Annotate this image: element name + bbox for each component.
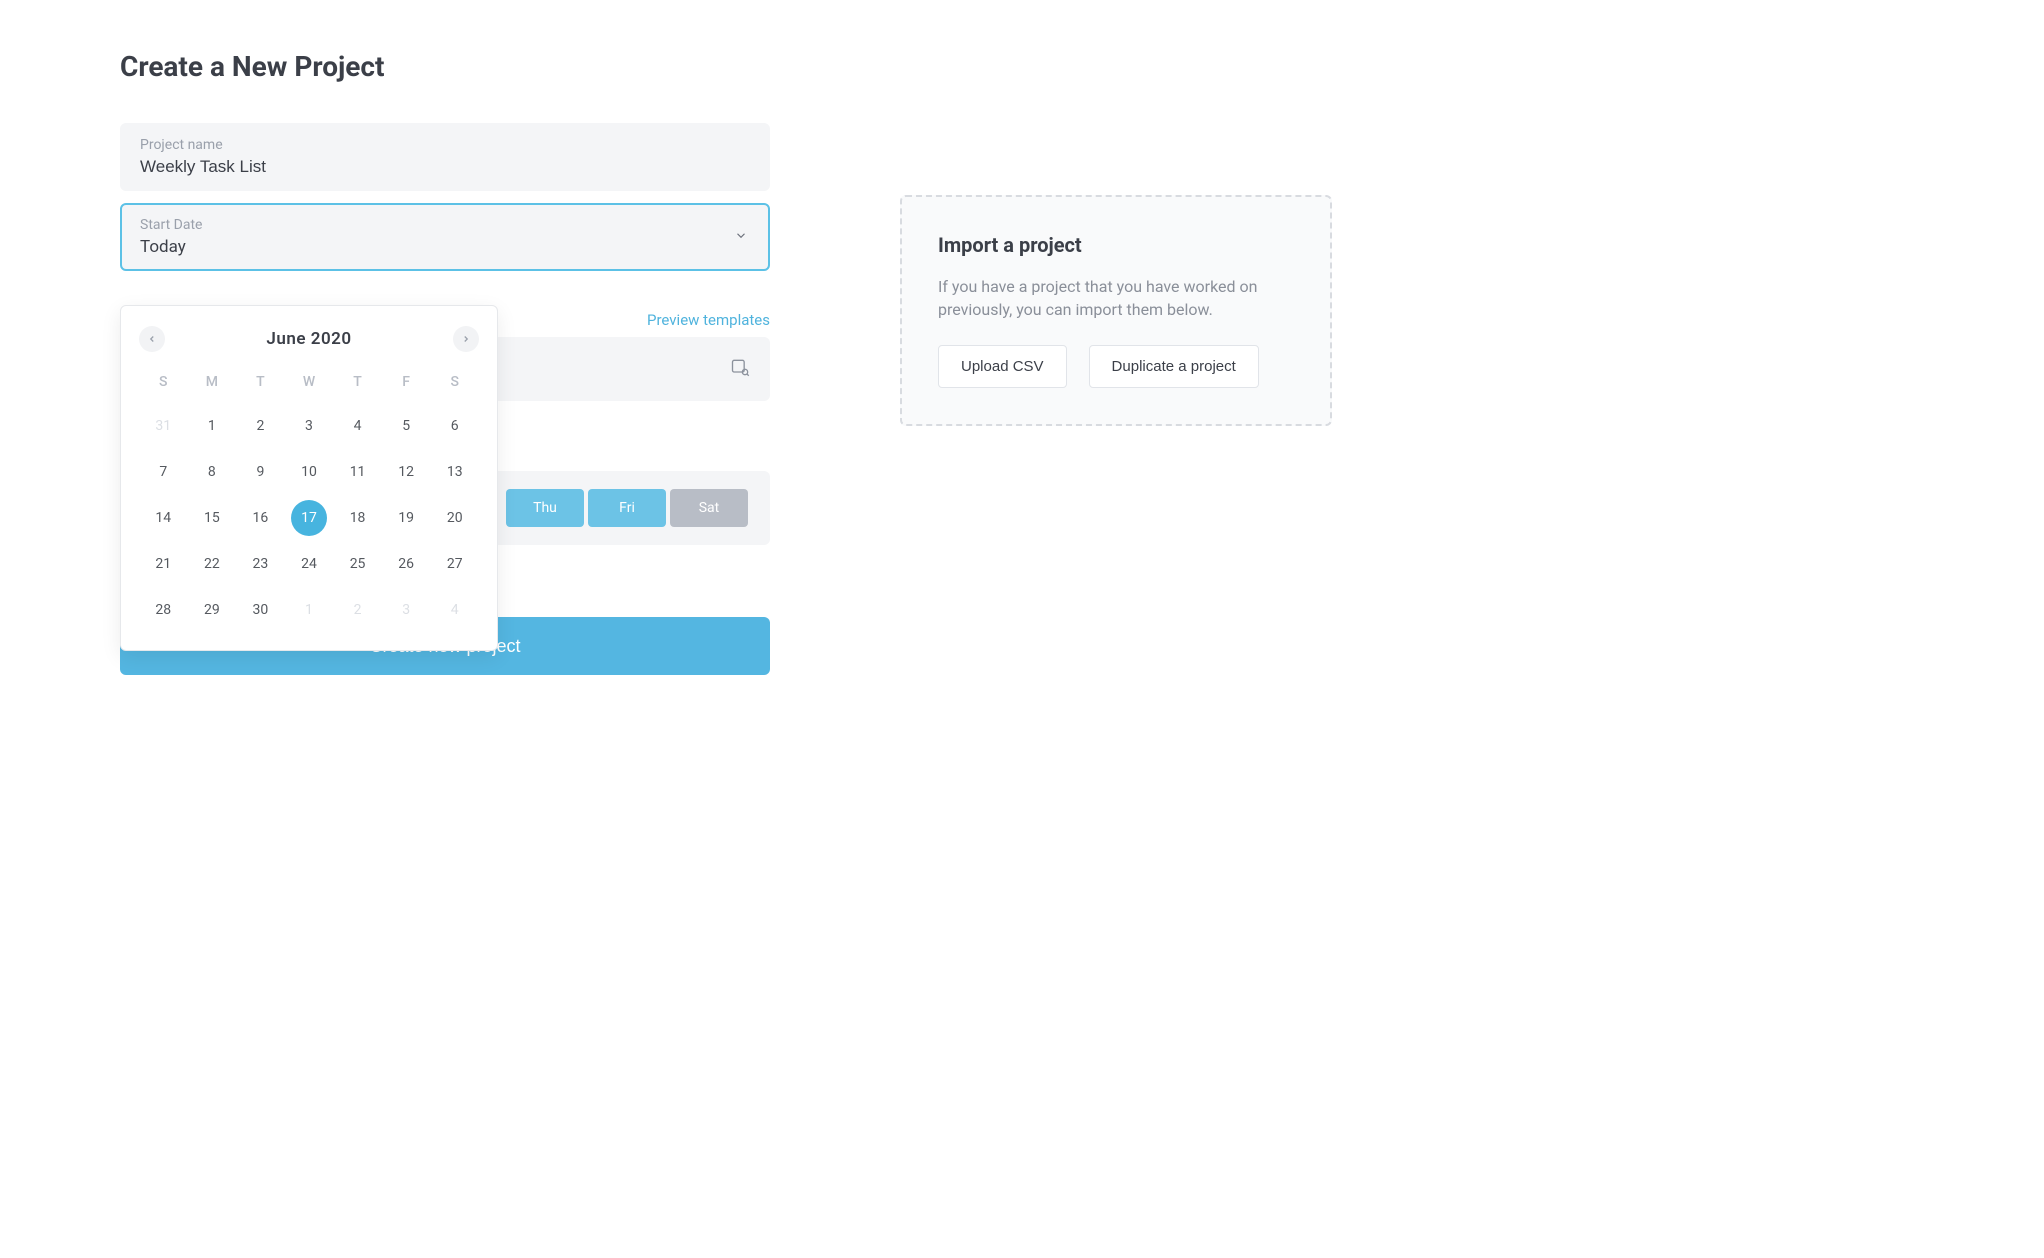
project-name-label: Project name xyxy=(140,137,750,153)
calendar-dow: F xyxy=(382,368,431,396)
calendar-dow: T xyxy=(333,368,382,396)
calendar-dow: M xyxy=(188,368,237,396)
calendar-dow: S xyxy=(139,368,188,396)
calendar-day[interactable]: 29 xyxy=(188,594,237,626)
weekday-toggle[interactable]: Sat xyxy=(670,489,748,527)
calendar-day[interactable]: 23 xyxy=(236,548,285,580)
calendar-day[interactable]: 2 xyxy=(333,594,382,626)
next-month-button[interactable] xyxy=(453,326,479,352)
import-description: If you have a project that you have work… xyxy=(938,275,1294,321)
weekday-toggle[interactable]: Thu xyxy=(506,489,584,527)
prev-month-button[interactable] xyxy=(139,326,165,352)
calendar-day[interactable]: 31 xyxy=(139,410,188,442)
calendar-day[interactable]: 4 xyxy=(333,410,382,442)
calendar-day[interactable]: 16 xyxy=(236,502,285,534)
calendar-day[interactable]: 14 xyxy=(139,502,188,534)
calendar-day[interactable]: 17 xyxy=(285,502,334,534)
project-name-input[interactable] xyxy=(140,157,750,177)
calendar-day[interactable]: 3 xyxy=(382,594,431,626)
calendar-day[interactable]: 10 xyxy=(285,456,334,488)
calendar-day[interactable]: 3 xyxy=(285,410,334,442)
chevron-down-icon xyxy=(734,228,748,247)
calendar-dow: S xyxy=(430,368,479,396)
duplicate-project-button[interactable]: Duplicate a project xyxy=(1089,345,1259,388)
calendar-month-label: June 2020 xyxy=(266,329,351,349)
calendar-day[interactable]: 18 xyxy=(333,502,382,534)
calendar-day[interactable]: 7 xyxy=(139,456,188,488)
calendar-dow: W xyxy=(285,368,334,396)
calendar-day[interactable]: 1 xyxy=(285,594,334,626)
calendar-day[interactable]: 11 xyxy=(333,456,382,488)
calendar-day[interactable]: 24 xyxy=(285,548,334,580)
calendar-dow: T xyxy=(236,368,285,396)
start-date-field[interactable]: Start Date Today xyxy=(120,203,770,271)
calendar-day[interactable]: 2 xyxy=(236,410,285,442)
start-date-value: Today xyxy=(140,237,750,257)
calendar-day[interactable]: 22 xyxy=(188,548,237,580)
calendar-day[interactable]: 27 xyxy=(430,548,479,580)
calendar-day[interactable]: 15 xyxy=(188,502,237,534)
weekday-toggle[interactable]: Fri xyxy=(588,489,666,527)
template-browse-icon xyxy=(730,357,750,381)
calendar-day[interactable]: 1 xyxy=(188,410,237,442)
calendar-day[interactable]: 28 xyxy=(139,594,188,626)
calendar-day[interactable]: 6 xyxy=(430,410,479,442)
page-title: Create a New Project xyxy=(120,50,1924,83)
calendar-day[interactable]: 21 xyxy=(139,548,188,580)
date-picker[interactable]: June 2020 SMTWTFS31123456789101112131415… xyxy=(120,305,498,651)
calendar-day[interactable]: 5 xyxy=(382,410,431,442)
import-title: Import a project xyxy=(938,233,1294,257)
calendar-day[interactable]: 25 xyxy=(333,548,382,580)
calendar-day[interactable]: 26 xyxy=(382,548,431,580)
calendar-day[interactable]: 12 xyxy=(382,456,431,488)
upload-csv-button[interactable]: Upload CSV xyxy=(938,345,1067,388)
calendar-day[interactable]: 30 xyxy=(236,594,285,626)
calendar-day[interactable]: 19 xyxy=(382,502,431,534)
calendar-day[interactable]: 8 xyxy=(188,456,237,488)
calendar-day[interactable]: 20 xyxy=(430,502,479,534)
calendar-day[interactable]: 4 xyxy=(430,594,479,626)
calendar-day[interactable]: 9 xyxy=(236,456,285,488)
start-date-label: Start Date xyxy=(140,217,750,233)
calendar-day[interactable]: 13 xyxy=(430,456,479,488)
import-panel: Import a project If you have a project t… xyxy=(900,195,1332,426)
project-name-field[interactable]: Project name xyxy=(120,123,770,191)
